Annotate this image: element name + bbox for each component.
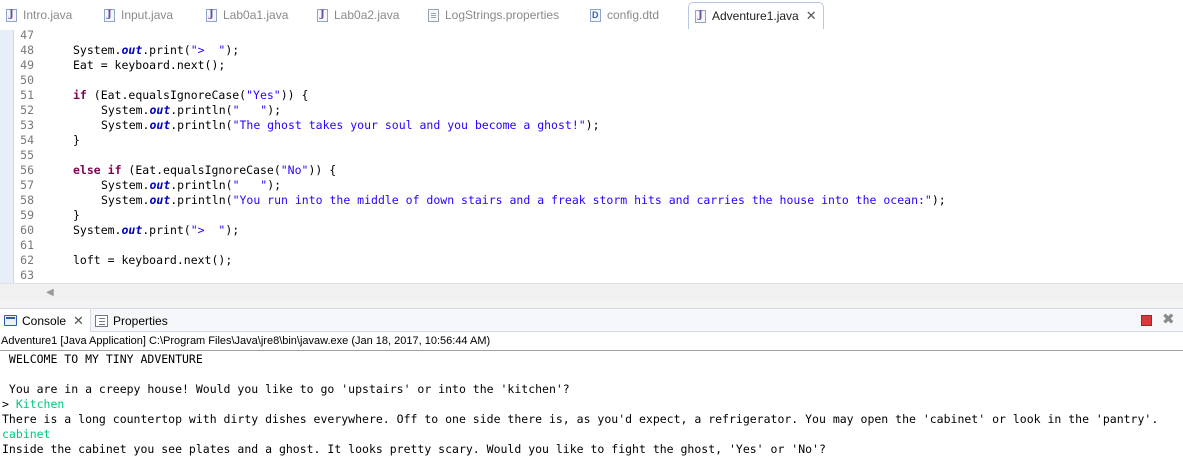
code-text: System.out.print("> "); (73, 223, 240, 237)
code-line: 59} (0, 208, 1183, 223)
console-launch-description: Adventure1 [Java Application] C:\Program… (1, 335, 491, 347)
console-input-line: cabinet (2, 427, 50, 442)
tab-properties-label: Properties (113, 313, 168, 328)
horizontal-scrollbar[interactable]: ◀ (0, 283, 1183, 301)
line-number: 50 (20, 73, 34, 87)
code-text: Eat = keyboard.next(); (73, 58, 226, 72)
java-file-icon (6, 8, 17, 22)
code-text: System.out.println(" "); (101, 178, 282, 192)
code-text: } (73, 133, 80, 147)
properties-icon (95, 314, 108, 327)
console-text: Inside the cabinet you see plates and a … (2, 442, 826, 456)
tab-label: Input.java (121, 8, 174, 22)
tab-adventure1-java[interactable]: Adventure1.java ✕ (688, 2, 824, 29)
line-number: 47 (20, 30, 34, 42)
code-text: } (73, 208, 80, 222)
tab-console-label: Console (22, 313, 67, 328)
code-line: 51 if (Eat.equalsIgnoreCase("Yes")) { (0, 88, 1183, 103)
code-editor[interactable]: 47 48 System.out.print("> "); 49 Eat = keybo… (0, 30, 1183, 283)
java-file-icon (695, 9, 706, 23)
tab-label: Adventure1.java (712, 9, 799, 23)
properties-file-icon (428, 8, 439, 22)
line-number: 58 (20, 193, 34, 207)
console-output-line: Inside the cabinet you see plates and a … (2, 442, 826, 457)
code-line: 61 (0, 238, 1183, 253)
code-text: if (Eat.equalsIgnoreCase("Yes")) { (73, 88, 309, 102)
java-file-icon (206, 8, 217, 22)
line-number: 48 (20, 43, 34, 57)
code-line: 47 (0, 30, 1183, 43)
code-line: 49 Eat = keyboard.next(); (0, 58, 1183, 73)
tab-label: Intro.java (23, 8, 73, 22)
tab-lab0a1-java[interactable]: Lab0a1.java (206, 2, 288, 28)
tab-lab0a2-java[interactable]: Lab0a2.java (317, 2, 399, 28)
code-text: System.out.println(" "); (101, 103, 282, 117)
dtd-file-icon (590, 8, 601, 22)
scroll-left-icon[interactable]: ◀ (46, 287, 54, 298)
line-number: 59 (20, 208, 34, 222)
line-number: 56 (20, 163, 34, 177)
console-output-line: You are in a creepy house! Would you lik… (2, 382, 570, 397)
tab-label: Lab0a2.java (334, 8, 400, 22)
code-text: System.out.print("> "); (73, 43, 240, 57)
code-line: 53 System.out.println("The ghost takes yo… (0, 118, 1183, 133)
line-number: 57 (20, 178, 34, 192)
console-user-input: cabinet (2, 427, 51, 441)
console-input-line: > Kitchen (2, 397, 64, 412)
line-number: 61 (20, 238, 34, 252)
console-prompt: > (2, 397, 16, 411)
code-line: 50 (0, 73, 1183, 88)
code-line: 56 else if (Eat.equalsIgnoreCase("No")) { (0, 163, 1183, 178)
code-text: System.out.println("The ghost takes your… (101, 118, 600, 132)
line-number: 53 (20, 118, 34, 132)
code-line: 60 System.out.print("> "); (0, 223, 1183, 238)
line-number: 49 (20, 58, 34, 72)
line-number: 51 (20, 88, 34, 102)
console-text: You are in a creepy house! Would you lik… (2, 382, 570, 396)
line-number: 54 (20, 133, 34, 147)
close-icon[interactable]: ✕ (73, 313, 84, 329)
code-text: else if (Eat.equalsIgnoreCase("No")) { (73, 163, 337, 177)
code-text: loft = keyboard.next(); (73, 253, 233, 267)
editor-tab-bar: Intro.java Input.java Lab0a1.java Lab0a2… (0, 0, 1183, 30)
java-file-icon (104, 8, 115, 22)
code-line: 63 (0, 268, 1183, 283)
console-output[interactable]: WELCOME TO MY TINY ADVENTURE You are in … (0, 350, 1183, 470)
line-number: 52 (20, 103, 34, 117)
tab-logstrings-properties[interactable]: LogStrings.properties (428, 2, 559, 28)
tab-intro-java[interactable]: Intro.java (6, 2, 72, 28)
code-line: 52 System.out.println(" "); (0, 103, 1183, 118)
tab-config-dtd[interactable]: config.dtd (590, 2, 659, 28)
tab-input-java[interactable]: Input.java (104, 2, 173, 28)
code-line: 55 (0, 148, 1183, 163)
console-output-line: WELCOME TO MY TINY ADVENTURE (2, 352, 203, 367)
tab-properties[interactable]: Properties (95, 309, 168, 332)
java-file-icon (317, 8, 328, 22)
console-text: There is a long countertop with dirty di… (2, 412, 1159, 426)
code-line: 57 System.out.println(" "); (0, 178, 1183, 193)
tab-label: Lab0a1.java (223, 8, 289, 22)
line-number: 60 (20, 223, 34, 237)
tab-console[interactable]: Console ✕ (0, 309, 91, 332)
code-line: 54} (0, 133, 1183, 148)
code-line: 58 System.out.println("You run into the m… (0, 193, 1183, 208)
console-user-input: Kitchen (15, 397, 65, 411)
view-tab-bar: Console ✕ Properties ✖ (0, 308, 1183, 332)
console-icon (4, 315, 17, 326)
console-output-line: There is a long countertop with dirty di… (2, 412, 1158, 427)
line-number: 63 (20, 268, 34, 282)
terminate-button[interactable] (1141, 315, 1152, 326)
tab-label: config.dtd (607, 8, 660, 22)
remove-launch-button[interactable]: ✖ (1162, 311, 1175, 329)
code-text: System.out.println("You run into the mid… (101, 193, 946, 207)
code-line: 62 loft = keyboard.next(); (0, 253, 1183, 268)
close-icon[interactable]: ✕ (806, 8, 817, 24)
line-number: 55 (20, 148, 34, 162)
tab-label: LogStrings.properties (445, 8, 560, 22)
console-text: WELCOME TO MY TINY ADVENTURE (2, 352, 203, 366)
panel-divider (0, 300, 1183, 308)
code-line: 48 System.out.print("> "); (0, 43, 1183, 58)
line-number: 62 (20, 253, 34, 267)
